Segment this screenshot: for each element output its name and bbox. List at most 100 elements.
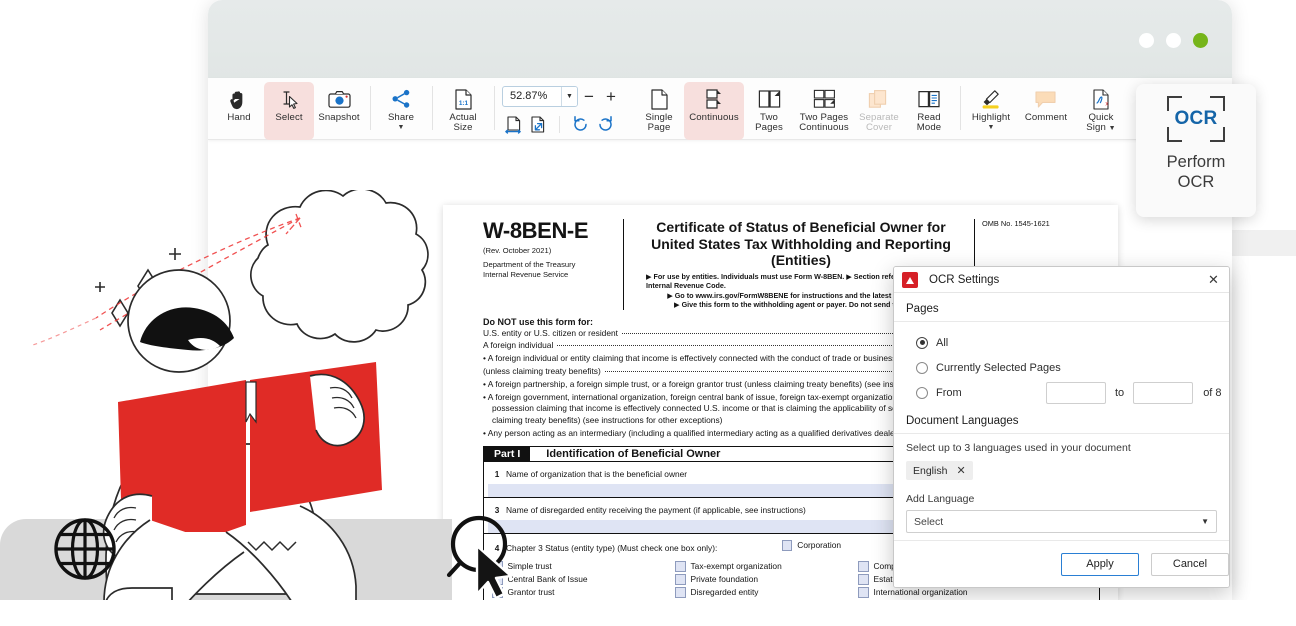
main-toolbar: Hand Select Snapshot Share ▼ 1:1 Actual … [208, 78, 1232, 140]
comment-button[interactable]: Comment [1016, 82, 1076, 140]
language-chip-english[interactable]: English ✕ [906, 461, 973, 480]
checkbox-box[interactable] [858, 561, 869, 572]
highlight-button[interactable]: Highlight ▼ [966, 82, 1016, 140]
hand-tool-label: Hand [227, 112, 251, 123]
radio-from-indicator[interactable] [916, 386, 928, 399]
rotate-right-icon[interactable] [594, 114, 617, 135]
dialog-title: OCR Settings [929, 273, 1000, 286]
radio-currently-selected-pages[interactable]: Currently Selected Pages [916, 357, 1229, 378]
chevron-down-icon[interactable]: ▼ [561, 87, 577, 106]
pages-section-heading: Pages [906, 303, 939, 315]
form-title-line1: Certificate of Status of Beneficial Owne… [656, 219, 946, 235]
checkbox-disregarded-entity[interactable]: Disregarded entity [675, 587, 858, 598]
toolbar-group-layout: Single Page Continuous Two Pages Two Pag… [628, 78, 960, 140]
checkbox-box[interactable] [858, 587, 869, 598]
form-part-title: Identification of Beneficial Owner [546, 447, 721, 460]
select-tool-button[interactable]: Select [264, 82, 314, 140]
separate-cover-button[interactable]: Separate Cover [854, 82, 904, 140]
snapshot-tool-button[interactable]: Snapshot [314, 82, 364, 140]
ocr-glyph-text: OCR [1174, 108, 1218, 129]
form-field-1-label: Name of organization that is the benefic… [506, 468, 688, 479]
window-close-dot[interactable] [1193, 33, 1208, 48]
form-revision: (Rev. October 2021) [483, 246, 552, 255]
one-to-one-page-icon: 1:1 [454, 88, 472, 110]
two-pages-continuous-button[interactable]: Two Pages Continuous [794, 82, 854, 140]
checkbox-box[interactable] [675, 587, 686, 598]
highlight-label: Highlight [971, 112, 1011, 123]
window-maximize-dot[interactable] [1166, 33, 1181, 48]
checkbox-box[interactable] [675, 561, 686, 572]
fit-width-icon[interactable] [502, 114, 525, 135]
window-controls[interactable] [1139, 33, 1208, 48]
page-to-input[interactable] [1133, 381, 1194, 404]
pdf-app-icon [902, 271, 918, 288]
quick-sign-button[interactable]: x Quick Sign ▼ [1076, 82, 1126, 140]
actual-size-button[interactable]: 1:1 Actual Size [438, 82, 488, 140]
radio-from-label: From [936, 386, 962, 399]
magnifier-with-cursor [443, 512, 531, 600]
close-icon[interactable]: ✕ [956, 464, 965, 477]
two-pages-button[interactable]: Two Pages [744, 82, 794, 140]
checkbox-tax-exempt[interactable]: Tax-exempt organization [675, 561, 858, 572]
window-minimize-dot[interactable] [1139, 33, 1154, 48]
radio-from[interactable]: From to of 8 [916, 381, 1229, 404]
zoom-level-value[interactable]: 52.87% [503, 87, 561, 106]
fit-page-icon[interactable] [527, 114, 550, 135]
zoom-row: 52.87% ▼ − + [502, 86, 622, 107]
window-titlebar [208, 0, 1232, 78]
rotate-left-icon[interactable] [569, 114, 592, 135]
select-tool-label: Select [275, 112, 303, 123]
apply-button[interactable]: Apply [1061, 552, 1139, 576]
close-icon[interactable]: ✕ [1205, 271, 1222, 288]
add-language-label: Add Language [906, 493, 975, 505]
form-dot-item-0-text: U.S. entity or U.S. citizen or resident [483, 327, 618, 338]
form-title-line2: United States Tax Withholding and Report… [651, 235, 951, 269]
single-page-icon [650, 88, 668, 110]
comment-label: Comment [1024, 112, 1068, 123]
form-omb-number: OMB No. 1545-1621 [982, 219, 1050, 228]
chevron-down-icon[interactable]: ▼ [1201, 517, 1209, 526]
zoom-in-button[interactable]: + [600, 87, 622, 106]
single-page-button[interactable]: Single Page [634, 82, 684, 140]
checkbox-international-org[interactable]: International organization [858, 587, 1041, 598]
checkbox-private-foundation[interactable]: Private foundation [675, 574, 858, 585]
cancel-button[interactable]: Cancel [1151, 552, 1229, 576]
zoom-combobox[interactable]: 52.87% ▼ [502, 86, 578, 107]
hand-tool-button[interactable]: Hand [214, 82, 264, 140]
radio-all[interactable]: All [916, 332, 1229, 353]
radio-all-indicator[interactable] [916, 336, 928, 349]
checkbox-corporation[interactable] [781, 540, 793, 551]
form-dot-item-1-text: A foreign individual [483, 340, 554, 351]
perform-ocr-button[interactable]: OCR Perform OCR [1136, 84, 1256, 217]
radio-currently-selected-indicator[interactable] [916, 361, 928, 374]
page-from-input[interactable] [1046, 381, 1106, 404]
checkbox-box[interactable] [675, 574, 686, 585]
two-pages-continuous-label: Two Pages Continuous [799, 112, 849, 134]
continuous-button[interactable]: Continuous [684, 82, 744, 140]
radio-all-label: All [936, 336, 949, 349]
signature-page-icon: x [1092, 88, 1111, 110]
comment-bubble-icon [1034, 88, 1058, 110]
hand-icon [229, 88, 249, 110]
share-button[interactable]: Share ▼ [376, 82, 426, 140]
languages-section-heading: Document Languages [906, 415, 1019, 427]
zoom-out-button[interactable]: − [578, 87, 600, 106]
add-language-value: Select [914, 515, 944, 528]
form-field-1[interactable]: 1 Name of organization that is the benefi… [484, 462, 908, 497]
form-field-1-input[interactable] [488, 483, 908, 497]
checkbox-box[interactable] [858, 574, 869, 585]
languages-note: Select up to 3 languages used in your do… [906, 442, 1131, 454]
single-page-label: Single Page [645, 112, 673, 134]
read-mode-button[interactable]: Read Mode [904, 82, 954, 140]
form-wrap-item-2-text: (unless claiming treaty benefits) [483, 365, 601, 376]
checkbox-private-foundation-label: Private foundation [690, 574, 759, 585]
ocr-settings-dialog: OCR Settings ✕ Pages All Currently Selec… [893, 266, 1230, 588]
two-pages-label: Two Pages [755, 112, 783, 134]
two-pages-icon [758, 88, 781, 110]
language-chip-label: English [913, 464, 948, 477]
add-language-select[interactable]: Select ▼ [906, 510, 1217, 533]
perform-ocr-label: Perform OCR [1167, 152, 1226, 192]
snapshot-tool-label: Snapshot [318, 112, 360, 123]
globe-icon [52, 516, 118, 582]
dialog-footer: Apply Cancel [894, 540, 1229, 587]
